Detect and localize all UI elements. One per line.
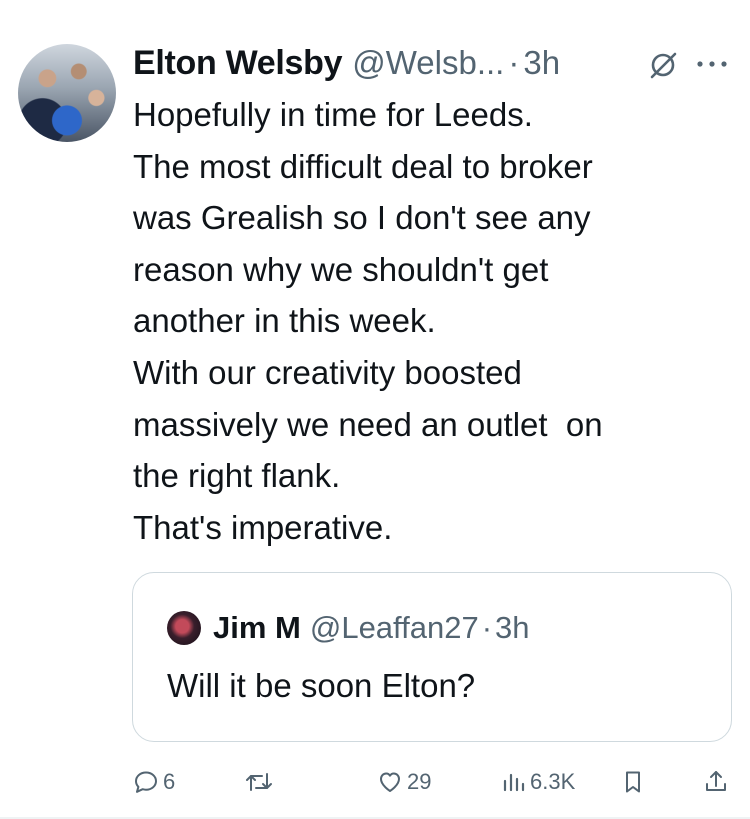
like-button[interactable]: 29	[377, 762, 431, 802]
author-name[interactable]: Elton Welsby	[133, 44, 343, 83]
retweet-icon	[246, 773, 272, 791]
author-avatar[interactable]	[18, 44, 116, 142]
more-dots-icon[interactable]	[695, 58, 729, 70]
tweet-text-line: was Grealish so I don't see any	[133, 199, 591, 237]
quote-text: Will it be soon Elton?	[167, 667, 476, 704]
views-bar-icon	[503, 773, 525, 792]
share-icon	[706, 771, 726, 791]
tweet-text-line: Hopefully in time for Leeds.	[133, 96, 533, 133]
tweet-text-line: the right flank.	[133, 457, 341, 495]
reply-button[interactable]: 6	[133, 762, 175, 802]
quote-header: Jim M @Leaffan27 · 3h	[213, 607, 530, 649]
retweet-button[interactable]	[244, 762, 278, 802]
author-handle[interactable]: @Welsb...	[352, 44, 504, 82]
like-count: 29	[407, 769, 432, 794]
share-button[interactable]	[703, 762, 729, 802]
tweet-actions: 6 29 6.3K	[0, 762, 750, 802]
grok-icon[interactable]	[648, 50, 678, 80]
quote-author-name: Jim M	[213, 610, 301, 645]
views-button[interactable]: 6.3K	[500, 762, 575, 802]
quote-separator: ·	[481, 610, 493, 645]
reply-count: 6	[163, 769, 176, 794]
tweet-header: Elton Welsby @Welsb... · 3h	[133, 40, 560, 86]
views-count: 6.3K	[530, 769, 576, 794]
quote-author-avatar	[167, 611, 201, 645]
bookmark-icon	[626, 771, 640, 793]
tweet-text-line: With our creativity boosted	[133, 353, 522, 391]
reply-icon	[135, 771, 157, 793]
header-separator: ·	[508, 44, 520, 81]
tweet-text-line: another in this week.	[133, 302, 436, 340]
tweet-text: Hopefully in time for Leeds. The most di…	[133, 89, 733, 553]
quote-author-handle: @Leaffan27	[309, 610, 479, 645]
tweet-time[interactable]: 3h	[523, 44, 560, 82]
tweet-text-line: massively we need an outlet on	[133, 405, 603, 443]
heart-icon	[380, 772, 400, 792]
quoted-tweet[interactable]: Jim M @Leaffan27 · 3h Will it be soon El…	[132, 572, 732, 742]
tweet-text-line: The most difficult deal to broker	[133, 147, 593, 185]
bookmark-button[interactable]	[620, 762, 646, 802]
tweet-text-line: reason why we shouldn't get	[133, 250, 549, 288]
tweet-text-line: That's imperative.	[133, 508, 393, 546]
quote-time: 3h	[495, 610, 530, 645]
